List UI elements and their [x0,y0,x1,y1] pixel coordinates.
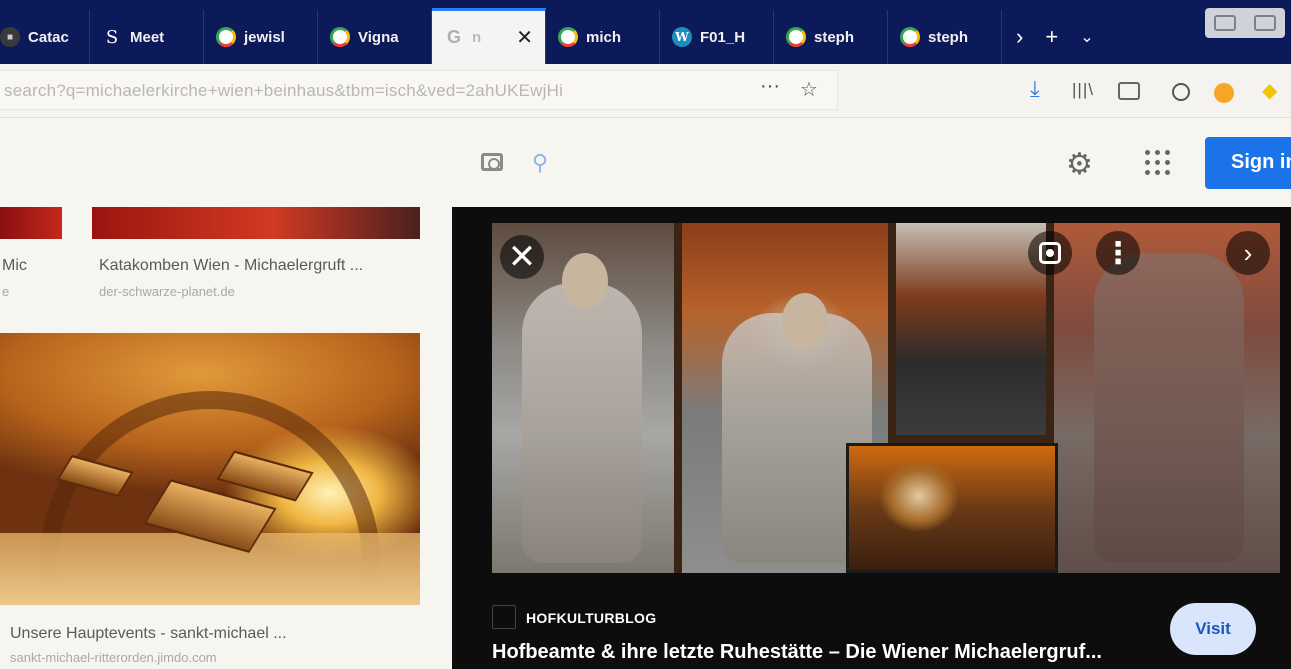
bookmark-star-icon[interactable]: ☆ [800,77,818,102]
tab-steph-2[interactable]: steph [888,10,1002,64]
tab-f01[interactable]: W F01_H [660,10,774,64]
new-tab-icon[interactable]: + [1045,24,1058,50]
account-icon[interactable] [1172,83,1190,101]
navigation-toolbar: search?q=michaelerkirche+wien+beinhaus&t… [0,64,1291,118]
gear-icon[interactable]: ⚙ [1066,147,1093,182]
google-favicon-icon: G [446,27,461,47]
camera-icon[interactable] [481,153,503,171]
result-title[interactable]: Unsere Hauptevents - sankt-michael ... [10,625,287,643]
mummy-figure [522,283,642,563]
close-icon: ✕ [507,238,537,276]
extension-icon[interactable] [1214,83,1234,103]
search-icon[interactable]: ⚲ [532,150,548,176]
tab-meet[interactable]: S Meet [90,10,204,64]
tab-label: mich [586,28,622,46]
more-vertical-icon: ⋮ [1103,236,1133,270]
result-title[interactable]: Katakomben Wien - Michaelergruft ... [99,257,363,275]
image-preview-panel: ✕ ⋮ › HOFKULTURBLOG Hofbeamte & ihre let… [452,207,1291,669]
url-text[interactable]: search?q=michaelerkirche+wien+beinhaus&t… [4,81,563,101]
page-actions-icon[interactable]: ··· [760,75,780,98]
result-source: der-schwarze-planet.de [99,284,235,299]
tab-label: Meet [130,28,165,46]
photo-panel [896,223,1046,435]
tab-label: F01_H [700,28,746,46]
wordpress-favicon-icon: W [672,27,692,47]
lens-icon [1039,242,1061,264]
tab-mich[interactable]: mich [546,10,660,64]
photo-panel [1054,223,1280,573]
sign-in-button[interactable]: Sign in [1205,137,1291,189]
preview-image[interactable] [492,223,1280,573]
chevron-right-icon: › [1243,237,1253,268]
google-favicon-icon [216,27,236,47]
more-options-button[interactable]: ⋮ [1096,231,1140,275]
tab-vigna[interactable]: Vigna [318,10,432,64]
site-favicon-icon [492,605,516,629]
tab-active[interactable]: G n ✕ [432,8,546,64]
apps-grid-icon[interactable] [1145,150,1171,176]
tab-label: steph [928,28,969,46]
sidebar-icon[interactable] [1118,82,1140,100]
google-favicon-icon [786,27,806,47]
close-tab-icon[interactable]: ✕ [516,25,533,50]
photo-panel-inset [846,443,1058,573]
lens-search-button[interactable] [1028,231,1072,275]
library-icon[interactable]: |||\ [1072,80,1094,100]
tab-catac[interactable]: ■ Catac [0,10,90,64]
address-bar[interactable]: search?q=michaelerkirche+wien+beinhaus&t… [0,70,838,110]
tab-label: jewisl [244,28,285,46]
result-thumbnail[interactable] [0,207,62,239]
google-favicon-icon [558,27,578,47]
next-image-button[interactable]: › [1226,231,1270,275]
result-source: e [2,284,10,299]
scroll-tabs-icon[interactable]: › [1016,24,1023,50]
tab-label: n [472,29,482,46]
result-title[interactable]: Mic [2,257,27,275]
google-favicon-icon [330,27,350,47]
tab-strip: ■ Catac S Meet jewisl Vigna G n ✕ mich W… [0,0,1291,64]
visit-button[interactable]: Visit [1170,603,1256,655]
maximize-icon[interactable] [1254,15,1276,31]
window-controls [1205,8,1285,38]
google-favicon-icon [900,27,920,47]
tab-label: Vigna [358,28,399,46]
skull [562,253,608,309]
dark-favicon-icon: ■ [0,27,20,47]
download-icon[interactable]: ⤓ [1030,76,1040,102]
source-site-name[interactable]: HOFKULTURBLOG [526,610,656,626]
tab-label: steph [814,28,855,46]
s-favicon-icon: S [105,26,119,48]
tab-controls: › + ⌄ [1002,10,1094,64]
skull [782,293,828,349]
result-source: sankt-michael-ritterorden.jimdo.com [10,650,217,665]
list-tabs-icon[interactable]: ⌄ [1080,27,1093,47]
tab-jewish[interactable]: jewisl [204,10,318,64]
tab-label: Catac [28,28,69,46]
tab-steph-1[interactable]: steph [774,10,888,64]
extension-2-icon[interactable]: ◆ [1262,78,1277,103]
crypt-floor [0,533,420,605]
mummy-figure [1094,253,1244,563]
minimize-icon[interactable] [1214,15,1236,31]
preview-title[interactable]: Hofbeamte & ihre letzte Ruhestätte – Die… [492,641,1102,664]
close-preview-button[interactable]: ✕ [500,235,544,279]
catacomb-image-thumbnail[interactable] [0,333,420,605]
result-thumbnail[interactable] [92,207,420,239]
